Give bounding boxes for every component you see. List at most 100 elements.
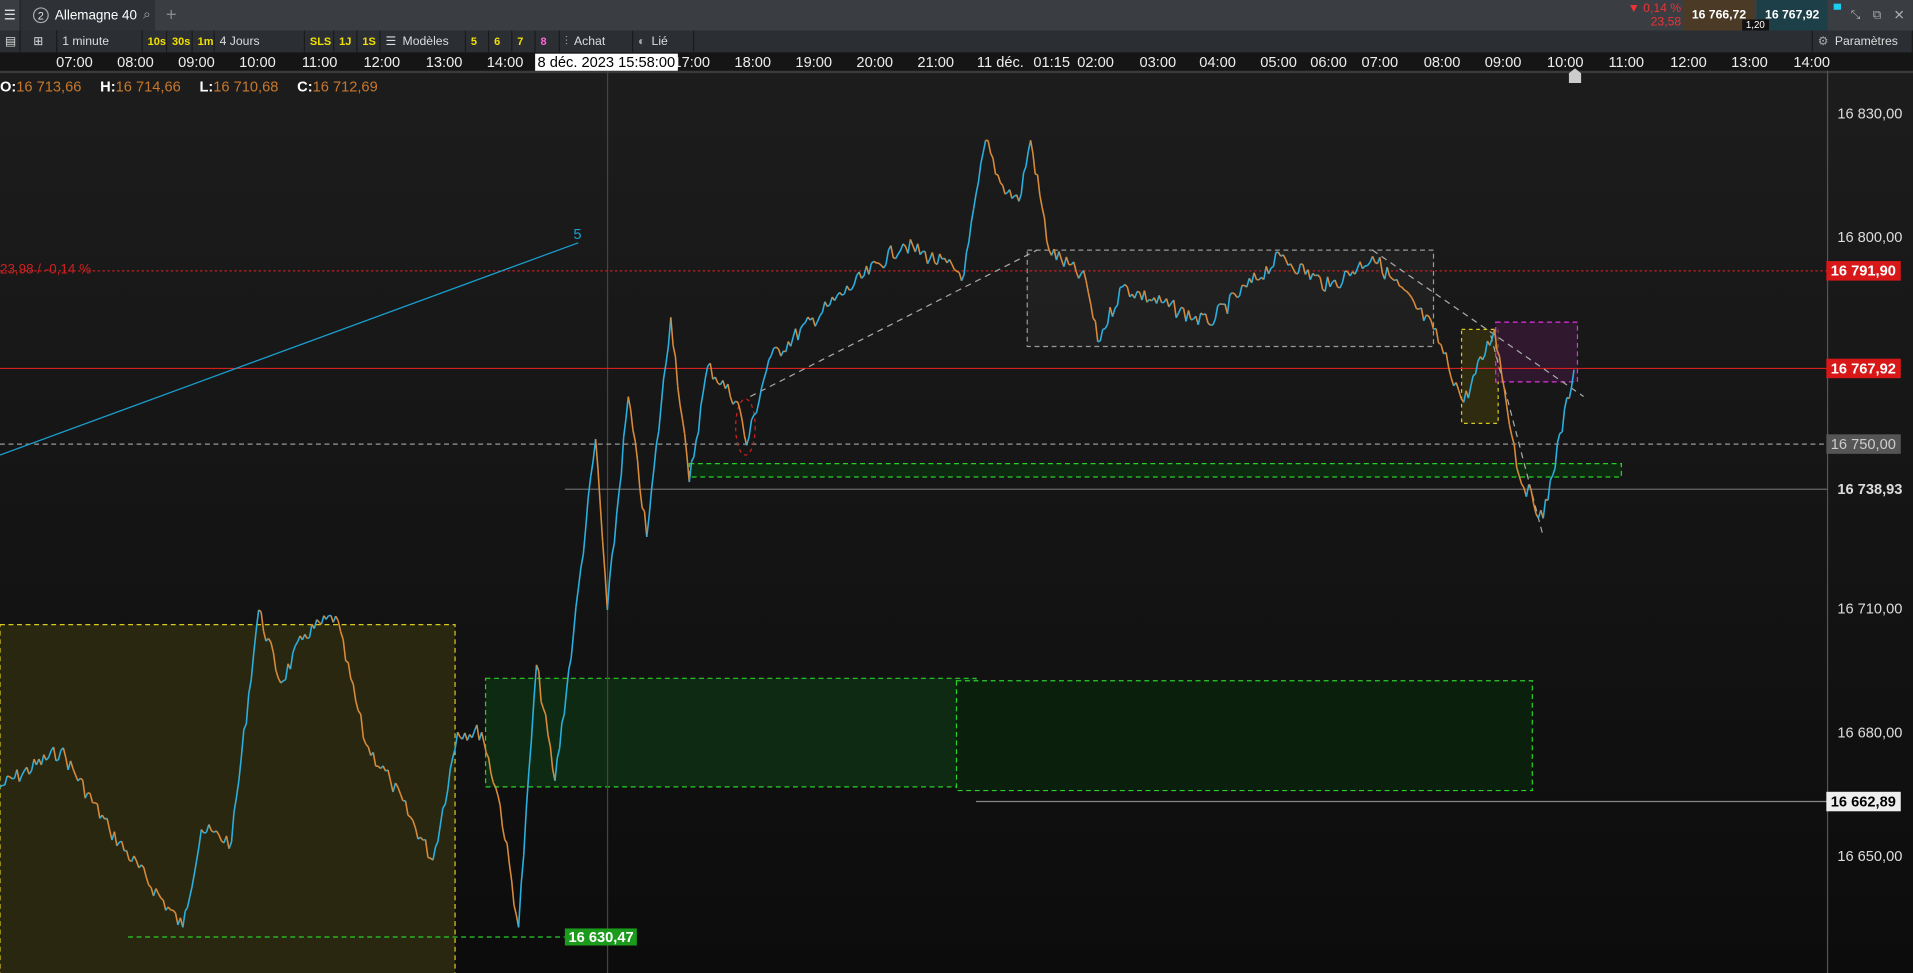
price-segment (476, 724, 481, 741)
price-segment (1018, 193, 1022, 202)
price-segment (851, 284, 855, 290)
price-segment (615, 492, 620, 515)
price-segment (704, 365, 709, 378)
level-tag-16738: 16 738,93 (1837, 480, 1903, 498)
price-segment (1447, 367, 1452, 378)
price-segment (982, 140, 987, 153)
wave-label: 5 (573, 225, 582, 243)
price-segment (785, 341, 790, 352)
price-segment (653, 444, 658, 469)
price-segment (1455, 382, 1460, 391)
price-segment (572, 607, 577, 635)
price-segment (938, 253, 943, 260)
price-segment (501, 826, 506, 840)
price-segment (780, 350, 785, 357)
price-segment (972, 193, 977, 209)
price-segment (916, 243, 921, 255)
price-segment (641, 507, 646, 512)
price-segment (885, 250, 890, 265)
price-segment (965, 241, 970, 253)
price-segment (843, 285, 848, 295)
green-zone-rect-2[interactable] (955, 680, 1533, 792)
price-segment (838, 291, 843, 296)
price-segment (948, 259, 953, 265)
price-segment (739, 410, 744, 422)
price-chart[interactable]: 16 830,00 16 800,00 16 710,00 16 680,00 16 6… (0, 0, 1913, 973)
price-segment (970, 208, 975, 223)
price-segment (833, 295, 838, 301)
low-price-tag: 16 630,47 (564, 928, 638, 946)
price-segment (997, 174, 1002, 184)
price-segment (804, 316, 809, 323)
price-segment (693, 439, 698, 457)
price-tick-label: 16 710,00 (1837, 602, 1902, 618)
price-segment (1032, 153, 1037, 175)
price-segment (55, 759, 59, 762)
price-segment (924, 251, 929, 264)
price-segment (520, 855, 525, 885)
price-segment (568, 658, 572, 670)
price-segment (1547, 480, 1552, 501)
price-segment (732, 400, 737, 405)
price-segment (94, 802, 98, 805)
trend-line-gray-1[interactable] (750, 249, 1038, 398)
price-segment (1568, 386, 1573, 399)
price-segment (1440, 344, 1445, 355)
price-segment (975, 181, 980, 195)
price-segment (582, 526, 587, 555)
price-segment (849, 288, 852, 291)
price-segment (320, 615, 325, 625)
price-segment (611, 542, 616, 556)
price-segment (695, 431, 700, 441)
level-tag-16750: 16 750,00 (1825, 434, 1901, 454)
prev-close-change-label: 23,98 / -0,14 % (0, 262, 92, 277)
price-segment (639, 488, 643, 508)
price-segment (1506, 406, 1511, 425)
price-segment (1556, 433, 1561, 444)
price-segment (763, 371, 768, 380)
price-segment (748, 419, 753, 438)
price-segment (727, 383, 732, 398)
price-segment (1034, 173, 1038, 176)
price-segment (584, 497, 590, 528)
green-thin-zone[interactable] (688, 462, 1622, 478)
price-segment (480, 731, 485, 743)
magenta-box[interactable] (1495, 321, 1579, 383)
price-segment (660, 378, 665, 406)
price-segment (868, 263, 873, 275)
price-segment (1231, 291, 1236, 295)
price-segment (648, 489, 653, 516)
price-segment (936, 253, 941, 265)
yellow-zone-rect[interactable] (0, 624, 456, 973)
price-segment (577, 567, 582, 589)
green-zone-rect-1[interactable] (484, 677, 977, 788)
price-segment (1219, 302, 1223, 306)
price-segment (1046, 240, 1050, 251)
price-segment (960, 274, 965, 282)
price-segment (1438, 342, 1442, 346)
price-segment (570, 634, 575, 659)
price-segment (1102, 327, 1106, 331)
price-segment (1344, 270, 1348, 273)
price-segment (768, 355, 772, 361)
yellow-small-box[interactable] (1460, 328, 1499, 424)
price-segment (1043, 217, 1048, 242)
price-tick-label: 16 680,00 (1837, 725, 1902, 741)
price-segment (662, 363, 667, 379)
price-segment (907, 239, 912, 254)
price-segment (860, 275, 865, 279)
price-segment (829, 296, 833, 306)
price-segment (6, 775, 10, 778)
price-segment (1020, 172, 1025, 195)
price-segment (1136, 290, 1140, 293)
price-segment (797, 328, 802, 341)
price-segment (1457, 389, 1462, 399)
price-segment (456, 731, 461, 738)
range-box[interactable] (1026, 249, 1435, 348)
price-segment (1563, 397, 1568, 410)
price-segment (755, 401, 760, 414)
price-segment (846, 285, 850, 291)
price-tick-label: 16 800,00 (1837, 230, 1902, 246)
price-segment (1039, 194, 1043, 208)
price-segment (589, 460, 594, 477)
